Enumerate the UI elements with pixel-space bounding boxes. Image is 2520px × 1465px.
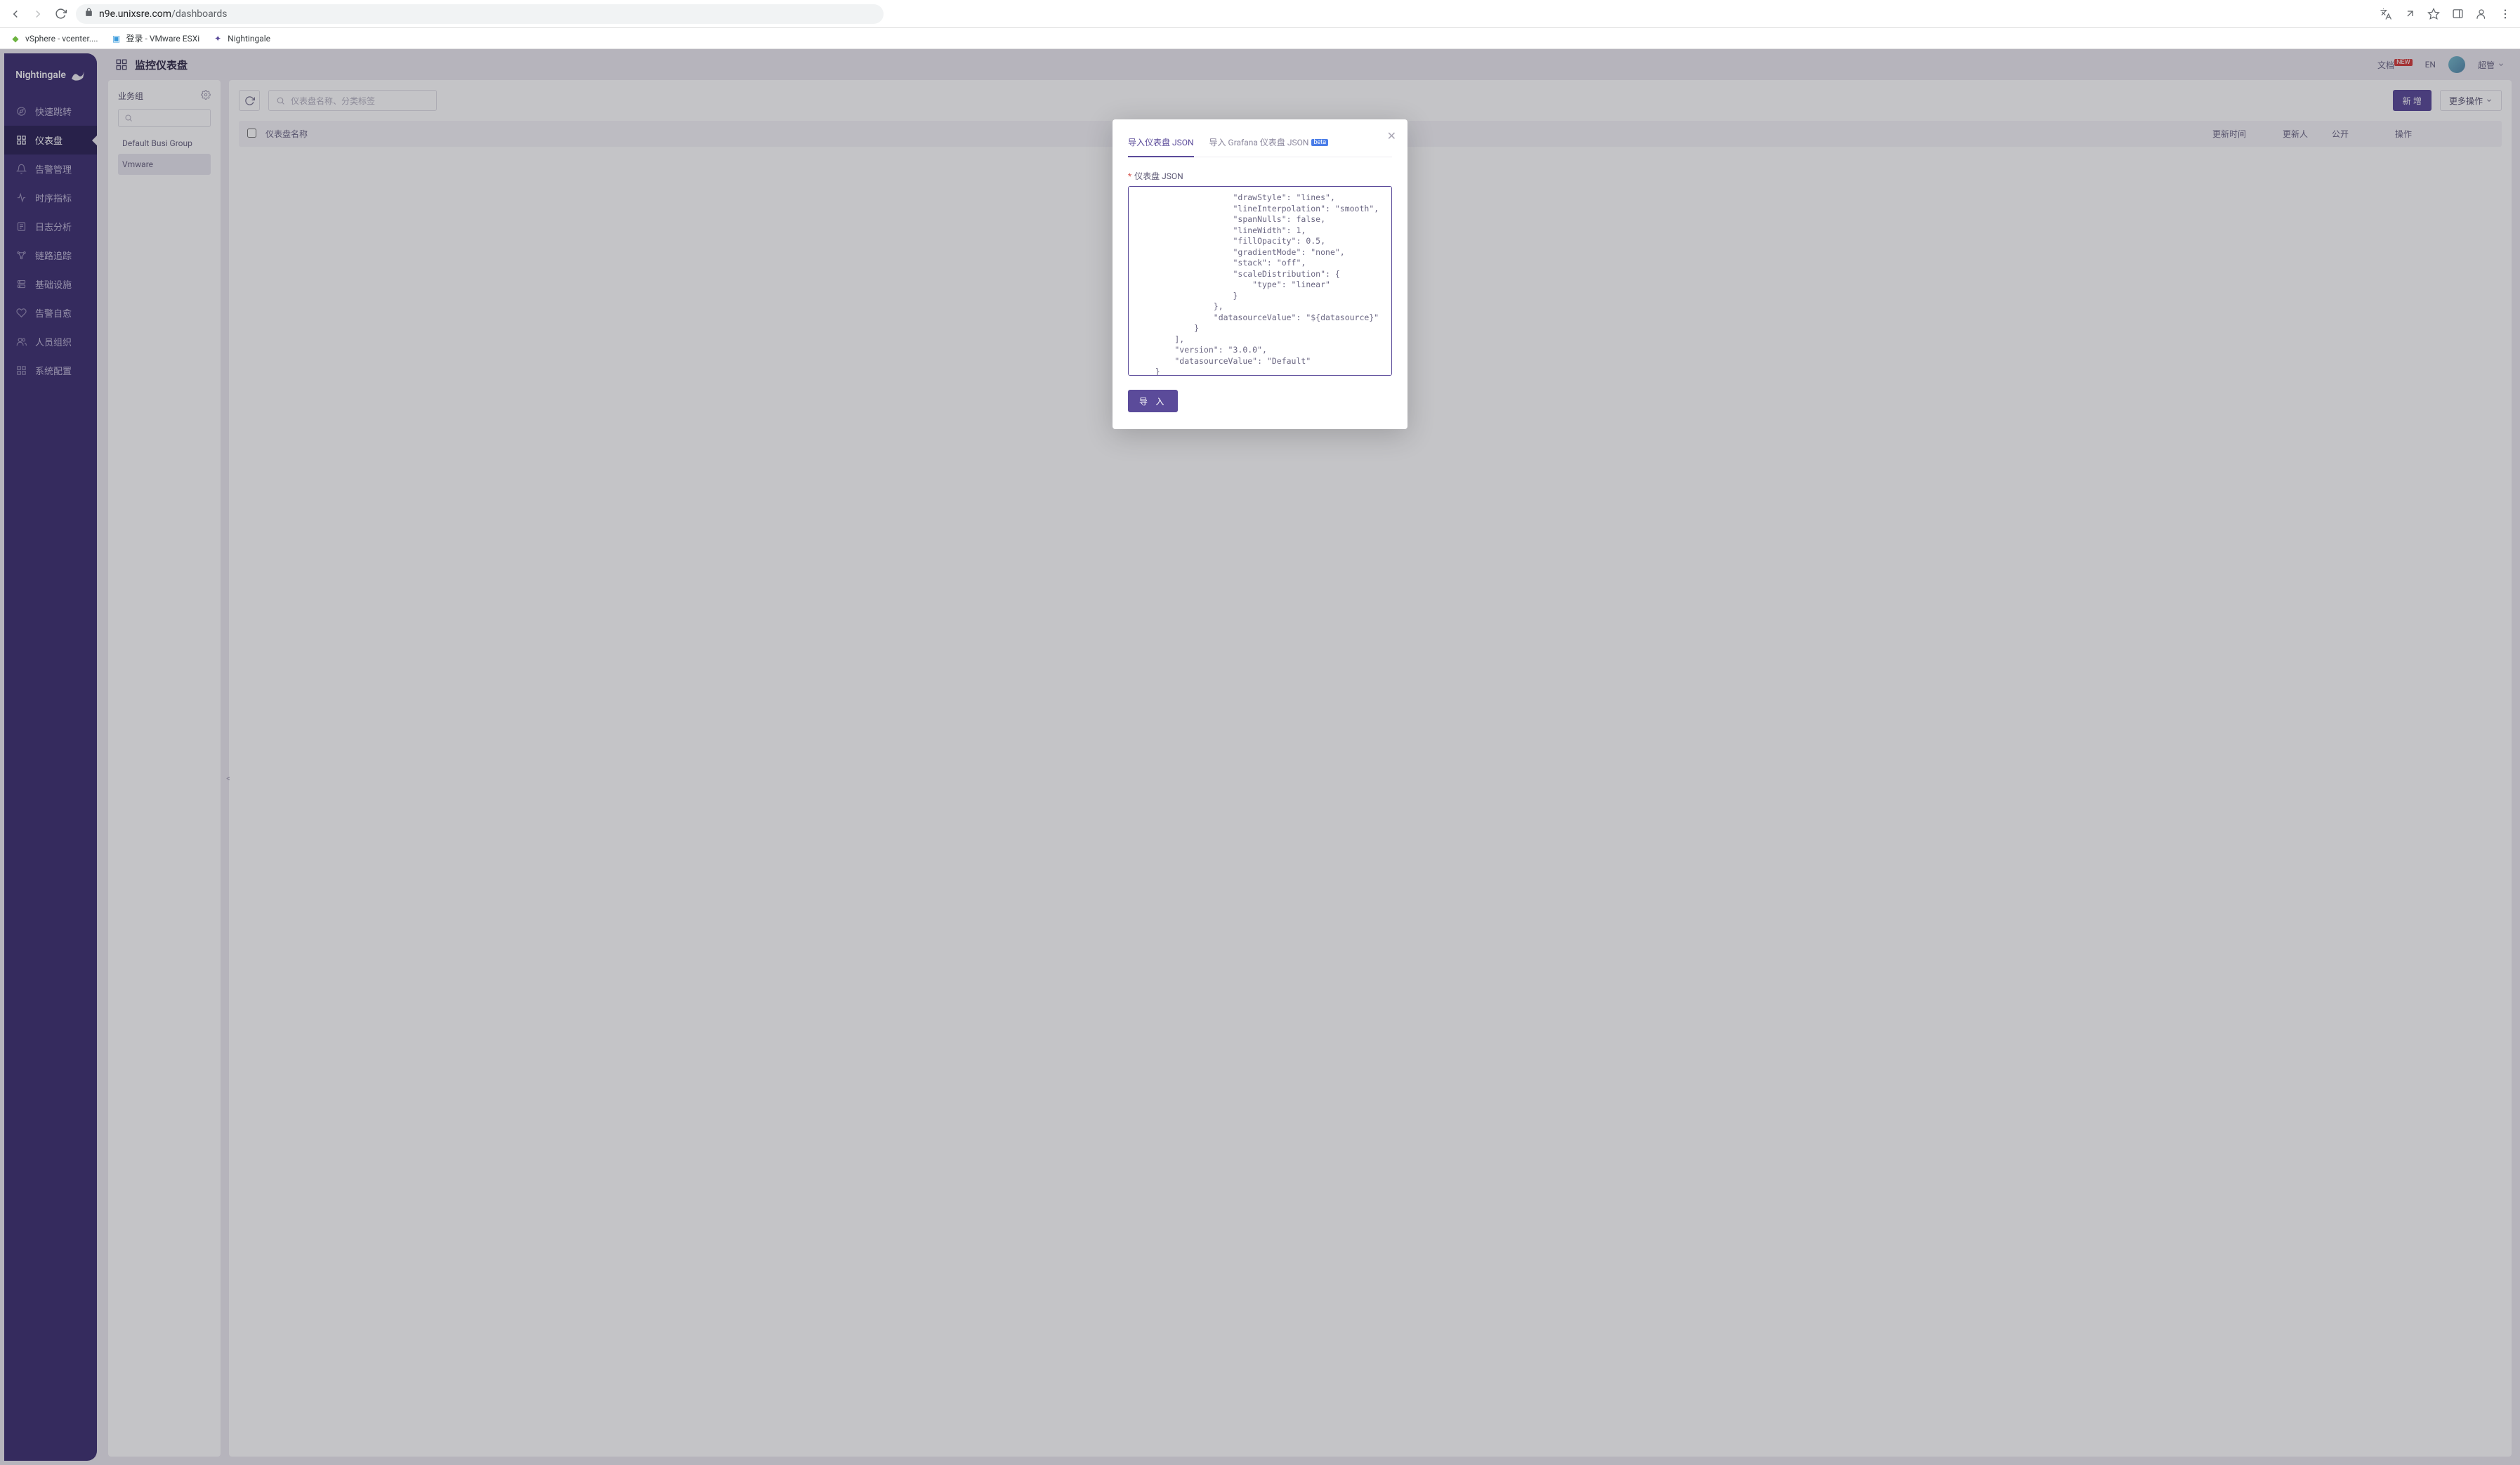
lock-icon [84, 8, 93, 20]
close-icon[interactable]: ✕ [1387, 129, 1396, 143]
back-button[interactable] [8, 7, 22, 21]
browser-toolbar: n9e.unixsre.com/dashboards [0, 0, 2520, 28]
url-host: n9e.unixsre.com/dashboards [99, 8, 227, 20]
modal-overlay[interactable]: ✕ 导入仪表盘 JSON 导入 Grafana 仪表盘 JSON beta *仪… [0, 49, 2520, 1465]
esxi-icon: ▣ [111, 33, 122, 44]
reload-button[interactable] [53, 7, 67, 21]
bookmark-esxi[interactable]: ▣ 登录 - VMware ESXi [111, 32, 200, 44]
panel-icon[interactable] [2451, 8, 2464, 20]
vsphere-icon: ◆ [10, 33, 21, 44]
forward-button[interactable] [31, 7, 45, 21]
bookmark-vsphere[interactable]: ◆ vSphere - vcenter.... [10, 33, 98, 44]
menu-icon[interactable] [2499, 8, 2512, 20]
bookmark-label: 登录 - VMware ESXi [126, 32, 200, 44]
import-dashboard-modal: ✕ 导入仪表盘 JSON 导入 Grafana 仪表盘 JSON beta *仪… [1113, 119, 1407, 429]
bookmark-label: Nightingale [228, 34, 270, 44]
beta-badge: beta [1311, 139, 1328, 146]
star-icon[interactable] [2427, 8, 2440, 20]
json-field-label: *仪表盘 JSON [1128, 170, 1392, 182]
tab-import-grafana[interactable]: 导入 Grafana 仪表盘 JSON beta [1209, 133, 1329, 157]
import-button[interactable]: 导 入 [1128, 390, 1178, 412]
profile-icon[interactable] [2475, 8, 2488, 20]
json-textarea[interactable] [1128, 186, 1392, 376]
bookmark-nightingale[interactable]: ✦ Nightingale [212, 33, 270, 44]
bookmark-label: vSphere - vcenter.... [25, 34, 98, 44]
nightingale-icon: ✦ [212, 33, 223, 44]
address-bar[interactable]: n9e.unixsre.com/dashboards [76, 4, 884, 24]
translate-icon[interactable] [2380, 8, 2392, 20]
share-icon[interactable] [2403, 8, 2416, 20]
bookmarks-bar: ◆ vSphere - vcenter.... ▣ 登录 - VMware ES… [0, 28, 2520, 49]
tab-import-json[interactable]: 导入仪表盘 JSON [1128, 133, 1194, 157]
